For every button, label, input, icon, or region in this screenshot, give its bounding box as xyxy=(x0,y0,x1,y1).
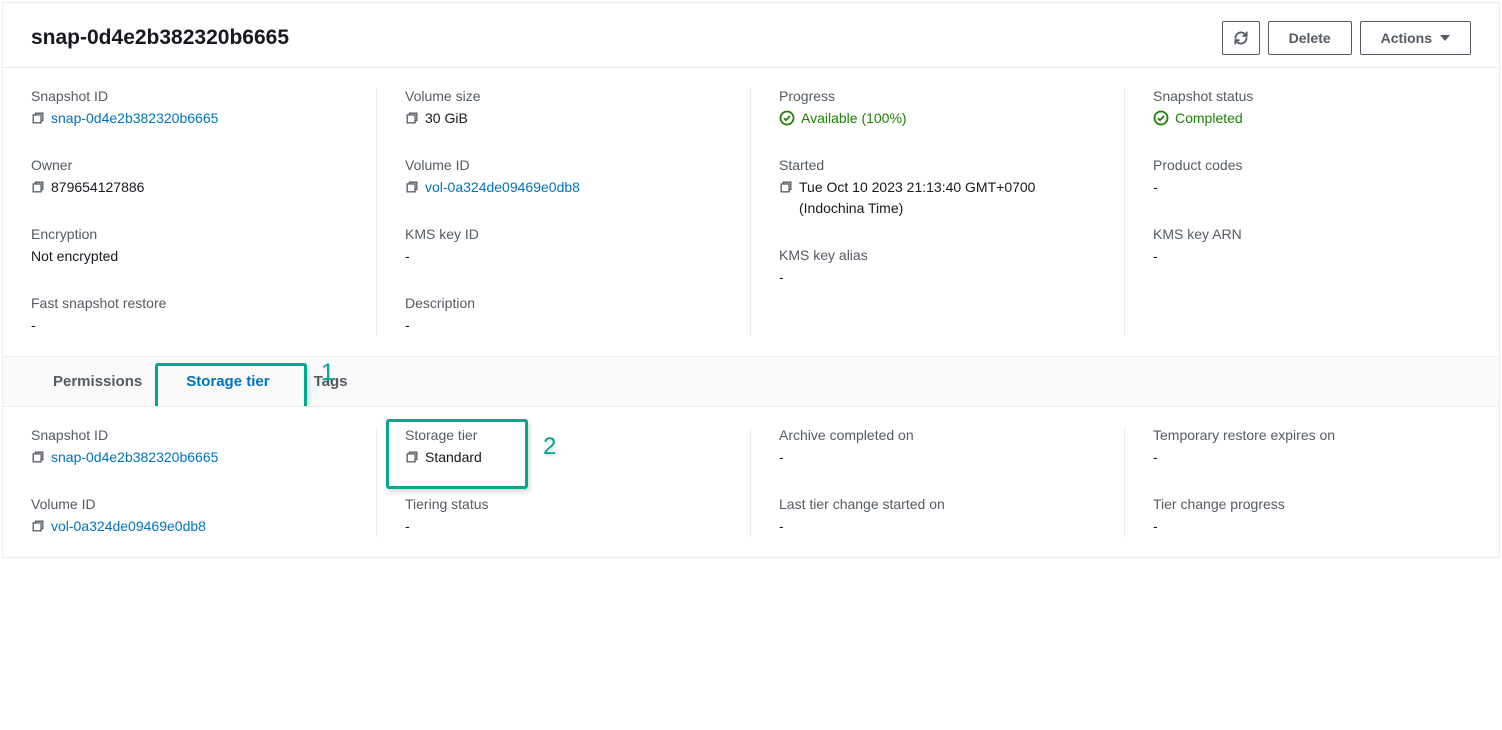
details-col-1: Snapshot ID snap-0d4e2b382320b6665 Owner… xyxy=(3,68,377,356)
tabs-area: Permissions Storage tier Tags 1 xyxy=(3,356,1499,406)
tab-tags[interactable]: Tags xyxy=(292,357,370,406)
caret-down-icon xyxy=(1440,35,1450,41)
started-label: Started xyxy=(779,157,1097,173)
copy-icon[interactable] xyxy=(405,450,419,464)
owner-value: 879654127886 xyxy=(51,177,144,198)
copy-icon[interactable] xyxy=(31,180,45,194)
progress-label: Progress xyxy=(779,88,1097,104)
tier-progress-value: - xyxy=(1153,516,1158,537)
encryption-value: Not encrypted xyxy=(31,246,118,267)
tier-snapshot-id-value[interactable]: snap-0d4e2b382320b6665 xyxy=(51,447,218,468)
last-tier-change-label: Last tier change started on xyxy=(779,496,1097,512)
archive-completed-label: Archive completed on xyxy=(779,427,1097,443)
storage-tier-label: Storage tier xyxy=(405,427,723,443)
status-label: Snapshot status xyxy=(1153,88,1471,104)
copy-icon[interactable] xyxy=(405,111,419,125)
tier-progress-label: Tier change progress xyxy=(1153,496,1471,512)
restore-expires-value: - xyxy=(1153,447,1158,468)
volume-id-label: Volume ID xyxy=(405,157,723,173)
description-label: Description xyxy=(405,295,723,311)
restore-expires-label: Temporary restore expires on xyxy=(1153,427,1471,443)
started-value: Tue Oct 10 2023 21:13:40 GMT+0700 (Indoc… xyxy=(799,177,1097,219)
tabs: Permissions Storage tier Tags xyxy=(31,357,1471,406)
copy-icon[interactable] xyxy=(779,180,793,194)
snapshot-id-label: Snapshot ID xyxy=(31,88,349,104)
kms-key-alias-value: - xyxy=(779,267,784,288)
archive-completed-value: - xyxy=(779,447,784,468)
details-grid: Snapshot ID snap-0d4e2b382320b6665 Owner… xyxy=(3,67,1499,356)
copy-icon[interactable] xyxy=(31,111,45,125)
check-circle-icon xyxy=(1153,110,1169,126)
last-tier-change-value: - xyxy=(779,516,784,537)
tier-col-1: Snapshot ID snap-0d4e2b382320b6665 Volum… xyxy=(3,407,377,557)
tier-snapshot-id-label: Snapshot ID xyxy=(31,427,349,443)
tab-permissions[interactable]: Permissions xyxy=(31,357,164,406)
snapshot-detail-panel: snap-0d4e2b382320b6665 Delete Actions Sn… xyxy=(2,2,1500,558)
details-col-2: Volume size 30 GiB Volume ID vol-0a324de… xyxy=(377,68,751,356)
details-col-3: Progress Available (100%) Started Tue Oc… xyxy=(751,68,1125,356)
actions-label: Actions xyxy=(1381,30,1432,46)
tier-col-4: Temporary restore expires on - Tier chan… xyxy=(1125,407,1499,557)
description-value: - xyxy=(405,315,410,336)
details-col-4: Snapshot status Completed Product codes … xyxy=(1125,68,1499,356)
fsr-value: - xyxy=(31,315,36,336)
volume-size-label: Volume size xyxy=(405,88,723,104)
refresh-button[interactable] xyxy=(1222,21,1260,55)
tab-storage-tier[interactable]: Storage tier xyxy=(164,357,291,406)
product-codes-label: Product codes xyxy=(1153,157,1471,173)
status-value: Completed xyxy=(1175,108,1243,129)
tier-volume-id-value[interactable]: vol-0a324de09469e0db8 xyxy=(51,516,206,537)
progress-value: Available (100%) xyxy=(801,108,907,129)
tiering-status-label: Tiering status xyxy=(405,496,723,512)
tiering-status-value: - xyxy=(405,516,410,537)
encryption-label: Encryption xyxy=(31,226,349,242)
page-title: snap-0d4e2b382320b6665 xyxy=(31,26,289,50)
tier-col-3: Archive completed on - Last tier change … xyxy=(751,407,1125,557)
copy-icon[interactable] xyxy=(405,180,419,194)
owner-label: Owner xyxy=(31,157,349,173)
kms-key-alias-label: KMS key alias xyxy=(779,247,1097,263)
refresh-icon xyxy=(1233,30,1249,46)
kms-key-id-label: KMS key ID xyxy=(405,226,723,242)
header-actions: Delete Actions xyxy=(1222,21,1471,55)
delete-button[interactable]: Delete xyxy=(1268,21,1352,55)
storage-tier-value: Standard xyxy=(425,447,482,468)
actions-dropdown-button[interactable]: Actions xyxy=(1360,21,1471,55)
tier-col-2: Storage tier Standard Tiering status - xyxy=(377,407,751,557)
snapshot-id-value[interactable]: snap-0d4e2b382320b6665 xyxy=(51,108,218,129)
panel-header: snap-0d4e2b382320b6665 Delete Actions xyxy=(3,3,1499,67)
fsr-label: Fast snapshot restore xyxy=(31,295,349,311)
volume-size-value: 30 GiB xyxy=(425,108,468,129)
copy-icon[interactable] xyxy=(31,450,45,464)
storage-tier-panel: Snapshot ID snap-0d4e2b382320b6665 Volum… xyxy=(3,406,1499,557)
volume-id-value[interactable]: vol-0a324de09469e0db8 xyxy=(425,177,580,198)
kms-key-arn-value: - xyxy=(1153,246,1158,267)
kms-key-id-value: - xyxy=(405,246,410,267)
check-circle-icon xyxy=(779,110,795,126)
tier-volume-id-label: Volume ID xyxy=(31,496,349,512)
kms-key-arn-label: KMS key ARN xyxy=(1153,226,1471,242)
copy-icon[interactable] xyxy=(31,519,45,533)
product-codes-value: - xyxy=(1153,177,1158,198)
